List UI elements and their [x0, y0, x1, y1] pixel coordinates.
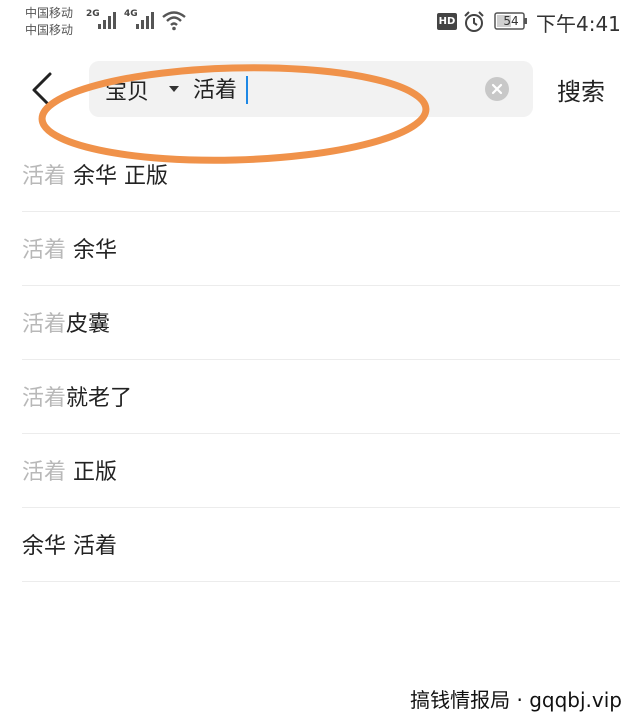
suggestion-rest: 余华 活着	[22, 534, 117, 559]
text-cursor	[246, 76, 248, 104]
suggestion-list: 活着 余华 正版 活着 余华 活着皮囊 活着就老了 活着 正版 余华 活着	[22, 138, 620, 582]
suggestion-rest: 余华	[66, 238, 118, 263]
suggestion-rest: 就老了	[66, 386, 133, 411]
wifi-icon	[162, 11, 186, 31]
close-icon	[491, 83, 503, 95]
battery-level: 54	[503, 14, 519, 28]
carrier-1: 中国移动	[25, 6, 74, 20]
suggestion-match: 活着	[22, 238, 67, 263]
suggestion-item[interactable]: 活着 正版	[22, 434, 620, 508]
suggestion-match: 活着	[22, 164, 67, 189]
suggestion-item[interactable]: 活着 余华	[22, 212, 620, 286]
carrier-2: 中国移动	[25, 23, 74, 37]
status-bar: 中国移动 中国移动 2G 4G HD 54 下午4:41	[0, 0, 640, 46]
hd-badge: HD	[437, 13, 457, 30]
suggestion-match: 活着	[22, 460, 67, 485]
caret-down-icon[interactable]	[169, 86, 179, 92]
carrier-info: 中国移动 中国移动	[25, 5, 73, 39]
search-input[interactable]	[193, 70, 463, 106]
watermark: 搞钱情报局 · gqqbj.vip	[410, 688, 622, 712]
alarm-icon	[464, 11, 484, 32]
signal-icon	[98, 12, 116, 29]
suggestion-rest: 正版	[66, 460, 118, 485]
search-scope-selector[interactable]: 宝贝	[105, 74, 149, 106]
suggestion-item[interactable]: 余华 活着	[22, 508, 620, 582]
suggestion-item[interactable]: 活着皮囊	[22, 286, 620, 360]
suggestion-match: 活着	[22, 312, 67, 337]
clear-button[interactable]	[485, 77, 509, 101]
search-button[interactable]: 搜索	[557, 72, 605, 107]
clock: 下午4:41	[536, 12, 621, 36]
suggestion-item[interactable]: 活着就老了	[22, 360, 620, 434]
suggestion-match: 活着	[22, 386, 67, 411]
signal-icon	[136, 12, 154, 29]
suggestion-rest: 余华 正版	[66, 164, 169, 189]
suggestion-rest: 皮囊	[66, 312, 111, 337]
chevron-left-icon	[32, 72, 52, 108]
search-box[interactable]: 宝贝	[89, 61, 533, 117]
back-button[interactable]	[22, 68, 62, 112]
suggestion-item[interactable]: 活着 余华 正版	[22, 138, 620, 212]
